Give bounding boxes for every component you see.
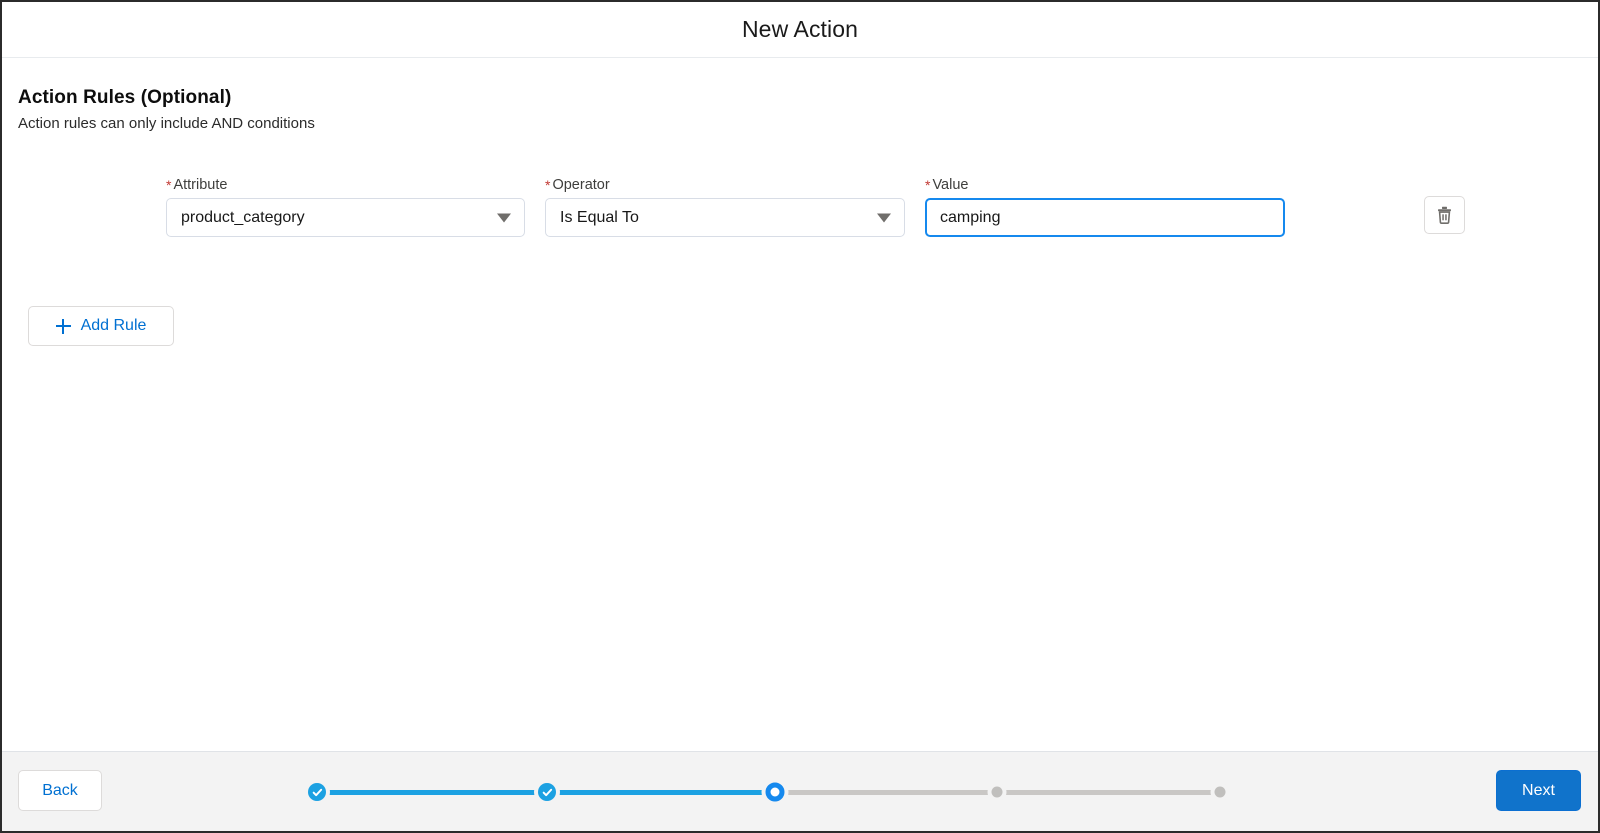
operator-select[interactable]: Is Equal To	[545, 198, 905, 237]
section-title: Action Rules (Optional)	[18, 87, 232, 108]
progress-track-segment-3	[777, 790, 999, 795]
required-asterisk-attribute: *	[166, 177, 172, 193]
modal-header: New Action	[2, 2, 1598, 58]
operator-selected-value: Is Equal To	[560, 208, 639, 226]
progress-indicator	[307, 752, 1227, 831]
value-label: * Value	[925, 176, 1285, 193]
attribute-select[interactable]: product_category	[166, 198, 525, 237]
required-asterisk-operator: *	[545, 177, 551, 193]
operator-label: * Operator	[545, 176, 905, 193]
new-action-modal: New Action Action Rules (Optional) Actio…	[0, 0, 1600, 833]
operator-label-text: Operator	[552, 177, 610, 193]
check-icon	[312, 788, 322, 796]
section-subtitle: Action rules can only include AND condit…	[18, 115, 315, 132]
progress-step-4[interactable]	[991, 786, 1003, 798]
modal-footer: Back Next	[2, 751, 1598, 831]
attribute-label-text: Attribute	[173, 177, 228, 193]
plus-icon	[55, 318, 71, 334]
attribute-field-group: * Attribute product_category	[166, 176, 525, 237]
trash-icon	[1438, 206, 1451, 224]
check-icon	[542, 788, 552, 796]
value-field-group: * Value camping	[925, 176, 1285, 237]
rules-area: * Attribute product_category * Operator Is…	[18, 176, 1582, 346]
progress-step-3[interactable]	[765, 782, 785, 802]
operator-field-group: * Operator Is Equal To	[545, 176, 905, 237]
value-label-text: Value	[932, 177, 969, 193]
value-input[interactable]: camping	[940, 208, 1000, 228]
attribute-selected-value: product_category	[181, 208, 305, 226]
page-title: New Action	[741, 16, 859, 42]
progress-track-segment-4	[999, 790, 1221, 795]
required-asterisk-value: *	[925, 177, 931, 193]
progress-track-segment-2	[549, 790, 777, 795]
add-rule-button[interactable]: Add Rule	[28, 306, 174, 346]
progress-track-segment-1	[317, 790, 549, 795]
back-button[interactable]: Back	[18, 770, 102, 811]
add-rule-label: Add Rule	[80, 317, 147, 334]
chevron-down-icon	[877, 213, 891, 222]
progress-step-2[interactable]	[538, 783, 556, 801]
delete-rule-button[interactable]	[1424, 196, 1465, 234]
modal-body: Action Rules (Optional) Action rules can…	[2, 59, 1598, 750]
value-input-wrapper[interactable]: camping	[925, 198, 1285, 237]
attribute-label: * Attribute	[166, 176, 525, 193]
rule-row: * Attribute product_category * Operator Is…	[18, 176, 1582, 246]
progress-step-5[interactable]	[1214, 786, 1226, 798]
progress-step-1[interactable]	[308, 783, 326, 801]
chevron-down-icon	[497, 213, 511, 222]
next-button[interactable]: Next	[1496, 770, 1581, 811]
